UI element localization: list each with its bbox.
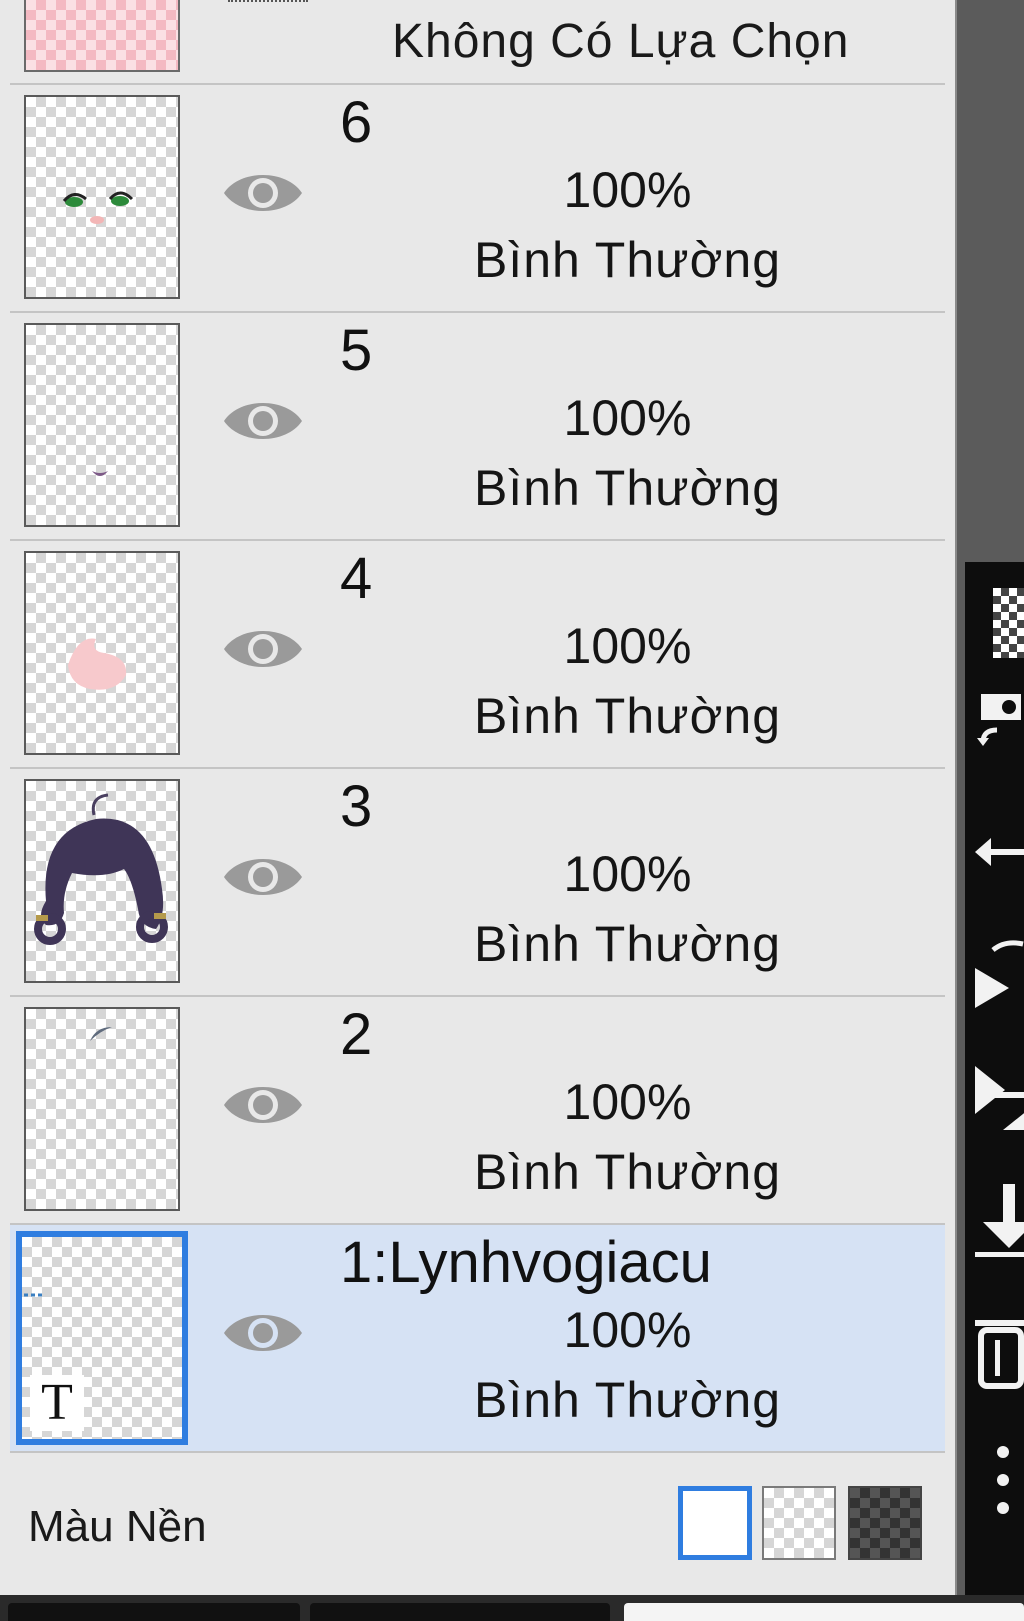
layer-blend-mode: Bình Thường: [473, 916, 782, 972]
layer-blend-mode: Bình Thường: [473, 1144, 782, 1200]
layer-blend-mode: Bình Thường: [473, 460, 782, 516]
bottom-tab[interactable]: [310, 1603, 610, 1621]
bottom-tab-bar: [0, 1595, 1024, 1621]
background-dark-swatch[interactable]: [848, 1486, 922, 1560]
layer-opacity: 100%: [563, 162, 692, 218]
layer-name: 5: [340, 318, 373, 383]
background-white-swatch[interactable]: [678, 1486, 752, 1560]
merge-icon[interactable]: [973, 1062, 1024, 1142]
layer-name: 6: [340, 90, 373, 155]
layer-row-3[interactable]: 3 100% Bình Thường: [10, 769, 945, 997]
layer-row-5[interactable]: 5 100% Bình Thường: [10, 313, 945, 541]
bottom-tab[interactable]: [624, 1603, 1024, 1621]
divider: [228, 0, 308, 6]
layer-opacity: 100%: [563, 1302, 692, 1358]
background-transparent-swatch[interactable]: [762, 1486, 836, 1560]
layer-row-6[interactable]: 6 100% Bình Thường: [10, 85, 945, 313]
rotate-icon[interactable]: [973, 932, 1024, 1022]
layer-blend-mode: Bình Thường: [473, 688, 782, 744]
layer-opacity: 100%: [563, 390, 692, 446]
layer-blend-mode: Bình Thường: [473, 1372, 782, 1428]
layer-name: 4: [340, 546, 373, 611]
layer-opacity: 100%: [563, 1074, 692, 1130]
layer-row-4[interactable]: 4 100% Bình Thường: [10, 541, 945, 769]
layer-name: 2: [340, 1002, 373, 1067]
layer-row-2[interactable]: 2 100% Bình Thường: [10, 997, 945, 1225]
flip-icon[interactable]: [973, 827, 1024, 877]
layer-name: 1:Lynhvogiacu: [340, 1230, 712, 1295]
checker-icon[interactable]: [993, 588, 1024, 658]
selection-label: Không Có Lựa Chọn: [392, 15, 850, 68]
layer-row-1[interactable]: T 1:Lynhvogiacu 100% Bình Thường: [10, 1225, 945, 1453]
selection-layer-row[interactable]: Không Có Lựa Chọn: [10, 0, 945, 85]
layer-blend-mode: Bình Thường: [473, 232, 782, 288]
bottom-tab[interactable]: [8, 1603, 300, 1621]
layer-toolbar: [965, 562, 1024, 1602]
more-icon[interactable]: [973, 1432, 1024, 1552]
background-color-row: Màu Nền: [10, 1466, 945, 1586]
background-color-label: Màu Nền: [28, 1502, 207, 1551]
layer-opacity: 100%: [563, 846, 692, 902]
move-down-icon[interactable]: [973, 1182, 1024, 1262]
layer-panel: Không Có Lựa Chọn 6 100% Bình Thường 5 1…: [0, 0, 957, 1595]
selection-thumbnail: [24, 0, 180, 72]
layer-name: 3: [340, 774, 373, 839]
delete-icon[interactable]: [973, 1312, 1024, 1392]
transform-icon[interactable]: [973, 692, 1024, 762]
layer-opacity: 100%: [563, 618, 692, 674]
